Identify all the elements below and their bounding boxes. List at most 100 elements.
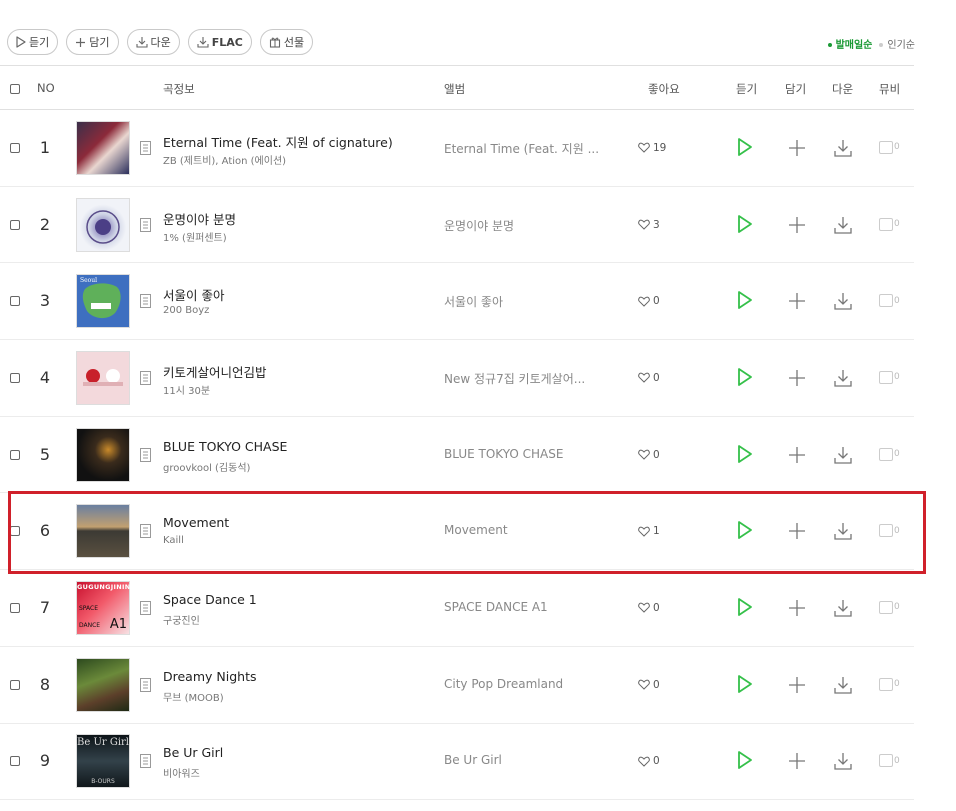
row-checkbox[interactable]: [10, 679, 20, 690]
play-icon[interactable]: [737, 750, 753, 770]
add-to-playlist-icon[interactable]: [787, 675, 807, 695]
select-all-checkbox[interactable]: [10, 84, 20, 94]
download-icon[interactable]: [833, 138, 853, 158]
song-info-icon[interactable]: [140, 217, 151, 232]
song-artist[interactable]: 무브 (MOOB): [163, 689, 224, 704]
song-info-icon[interactable]: [140, 600, 151, 615]
add-to-playlist-icon[interactable]: [787, 368, 807, 388]
song-artist[interactable]: ZB (제트비), Ation (에이션): [163, 152, 286, 167]
listen-selected-button[interactable]: 듣기: [7, 29, 59, 55]
album-cover[interactable]: [76, 504, 130, 559]
play-icon[interactable]: [737, 520, 753, 540]
song-artist[interactable]: Kaill: [163, 535, 184, 546]
download-icon[interactable]: [833, 368, 853, 388]
song-info-icon[interactable]: [140, 447, 151, 462]
song-artist[interactable]: groovkool (김동석): [163, 459, 250, 474]
gift-button[interactable]: 선물: [259, 29, 314, 55]
like-button[interactable]: 1: [638, 525, 660, 537]
mv-button[interactable]: 0: [879, 754, 900, 768]
play-icon[interactable]: [737, 674, 753, 694]
play-icon[interactable]: [737, 214, 753, 234]
song-album[interactable]: 서울이 좋아: [444, 293, 503, 310]
song-title[interactable]: BLUE TOKYO CHASE: [163, 439, 287, 454]
song-info-icon[interactable]: [140, 677, 151, 692]
album-cover[interactable]: Be Ur Girl B-OURS: [76, 734, 130, 789]
song-artist[interactable]: 200 Boyz: [163, 305, 209, 316]
album-cover[interactable]: [76, 657, 130, 712]
mv-button[interactable]: 0: [879, 447, 900, 461]
download-icon[interactable]: [833, 521, 853, 541]
song-info-icon[interactable]: [140, 294, 151, 309]
album-cover[interactable]: [76, 197, 130, 252]
song-album[interactable]: Be Ur Girl: [444, 753, 502, 767]
add-to-playlist-icon[interactable]: [787, 598, 807, 618]
song-title[interactable]: Dreamy Nights: [163, 669, 256, 684]
add-to-playlist-icon[interactable]: [787, 138, 807, 158]
like-button[interactable]: 3: [638, 219, 660, 231]
download-selected-button[interactable]: 다운: [126, 29, 180, 55]
mv-button[interactable]: 0: [879, 370, 900, 384]
like-button[interactable]: 0: [638, 602, 660, 614]
row-checkbox[interactable]: [10, 756, 20, 767]
song-title[interactable]: Space Dance 1: [163, 592, 257, 607]
song-title[interactable]: 키토게살어니언김밥: [163, 362, 267, 381]
like-button[interactable]: 0: [638, 755, 660, 767]
add-to-playlist-icon[interactable]: [787, 215, 807, 235]
song-album[interactable]: Eternal Time (Feat. 지원 ...: [444, 140, 599, 157]
add-selected-button[interactable]: 담기: [66, 29, 119, 55]
song-title[interactable]: 운명이야 분명: [163, 209, 236, 228]
row-checkbox[interactable]: [10, 296, 20, 307]
album-cover[interactable]: GUGUNGJININ SPACE DANCE A1: [76, 580, 130, 635]
song-album[interactable]: 운명이야 분명: [444, 217, 514, 234]
song-album[interactable]: BLUE TOKYO CHASE: [444, 447, 563, 461]
like-button[interactable]: 0: [638, 449, 660, 461]
row-checkbox[interactable]: [10, 372, 20, 383]
song-artist[interactable]: 11시 30분: [163, 382, 210, 397]
download-icon[interactable]: [833, 751, 853, 771]
download-icon[interactable]: [833, 675, 853, 695]
song-info-icon[interactable]: [140, 370, 151, 385]
add-to-playlist-icon[interactable]: [787, 751, 807, 771]
song-info-icon[interactable]: [140, 754, 151, 769]
mv-button[interactable]: 0: [879, 600, 900, 614]
song-title[interactable]: Eternal Time (Feat. 지원 of cignature): [163, 132, 393, 151]
row-checkbox[interactable]: [10, 449, 20, 460]
row-checkbox[interactable]: [10, 526, 20, 537]
sort-popularity[interactable]: 인기순: [879, 36, 915, 51]
download-icon[interactable]: [833, 215, 853, 235]
flac-download-button[interactable]: FLAC: [187, 29, 252, 55]
song-title[interactable]: Be Ur Girl: [163, 745, 223, 760]
mv-button[interactable]: 0: [879, 294, 900, 308]
mv-button[interactable]: 0: [879, 524, 900, 538]
like-button[interactable]: 19: [638, 142, 666, 154]
add-to-playlist-icon[interactable]: [787, 521, 807, 541]
song-artist[interactable]: 비아워즈: [163, 765, 200, 780]
song-album[interactable]: New 정규7집 키토게살어...: [444, 370, 585, 387]
add-to-playlist-icon[interactable]: [787, 445, 807, 465]
mv-button[interactable]: 0: [879, 217, 900, 231]
sort-release-date[interactable]: 발매일순: [827, 36, 872, 51]
song-artist[interactable]: 구궁진인: [163, 612, 200, 627]
song-info-icon[interactable]: [140, 524, 151, 539]
album-cover[interactable]: Seoul: [76, 274, 130, 329]
download-icon[interactable]: [833, 291, 853, 311]
like-button[interactable]: 0: [638, 295, 660, 307]
like-button[interactable]: 0: [638, 679, 660, 691]
play-icon[interactable]: [737, 367, 753, 387]
row-checkbox[interactable]: [10, 142, 20, 153]
song-title[interactable]: Movement: [163, 515, 229, 530]
play-icon[interactable]: [737, 444, 753, 464]
add-to-playlist-icon[interactable]: [787, 291, 807, 311]
play-icon[interactable]: [737, 597, 753, 617]
song-artist[interactable]: 1% (원퍼센트): [163, 229, 227, 244]
download-icon[interactable]: [833, 598, 853, 618]
mv-button[interactable]: 0: [879, 677, 900, 691]
row-checkbox[interactable]: [10, 219, 20, 230]
song-info-icon[interactable]: [140, 140, 151, 155]
play-icon[interactable]: [737, 137, 753, 157]
row-checkbox[interactable]: [10, 602, 20, 613]
song-album[interactable]: SPACE DANCE A1: [444, 600, 548, 614]
album-cover[interactable]: [76, 350, 130, 405]
song-album[interactable]: City Pop Dreamland: [444, 677, 563, 691]
song-album[interactable]: Movement: [444, 523, 508, 537]
